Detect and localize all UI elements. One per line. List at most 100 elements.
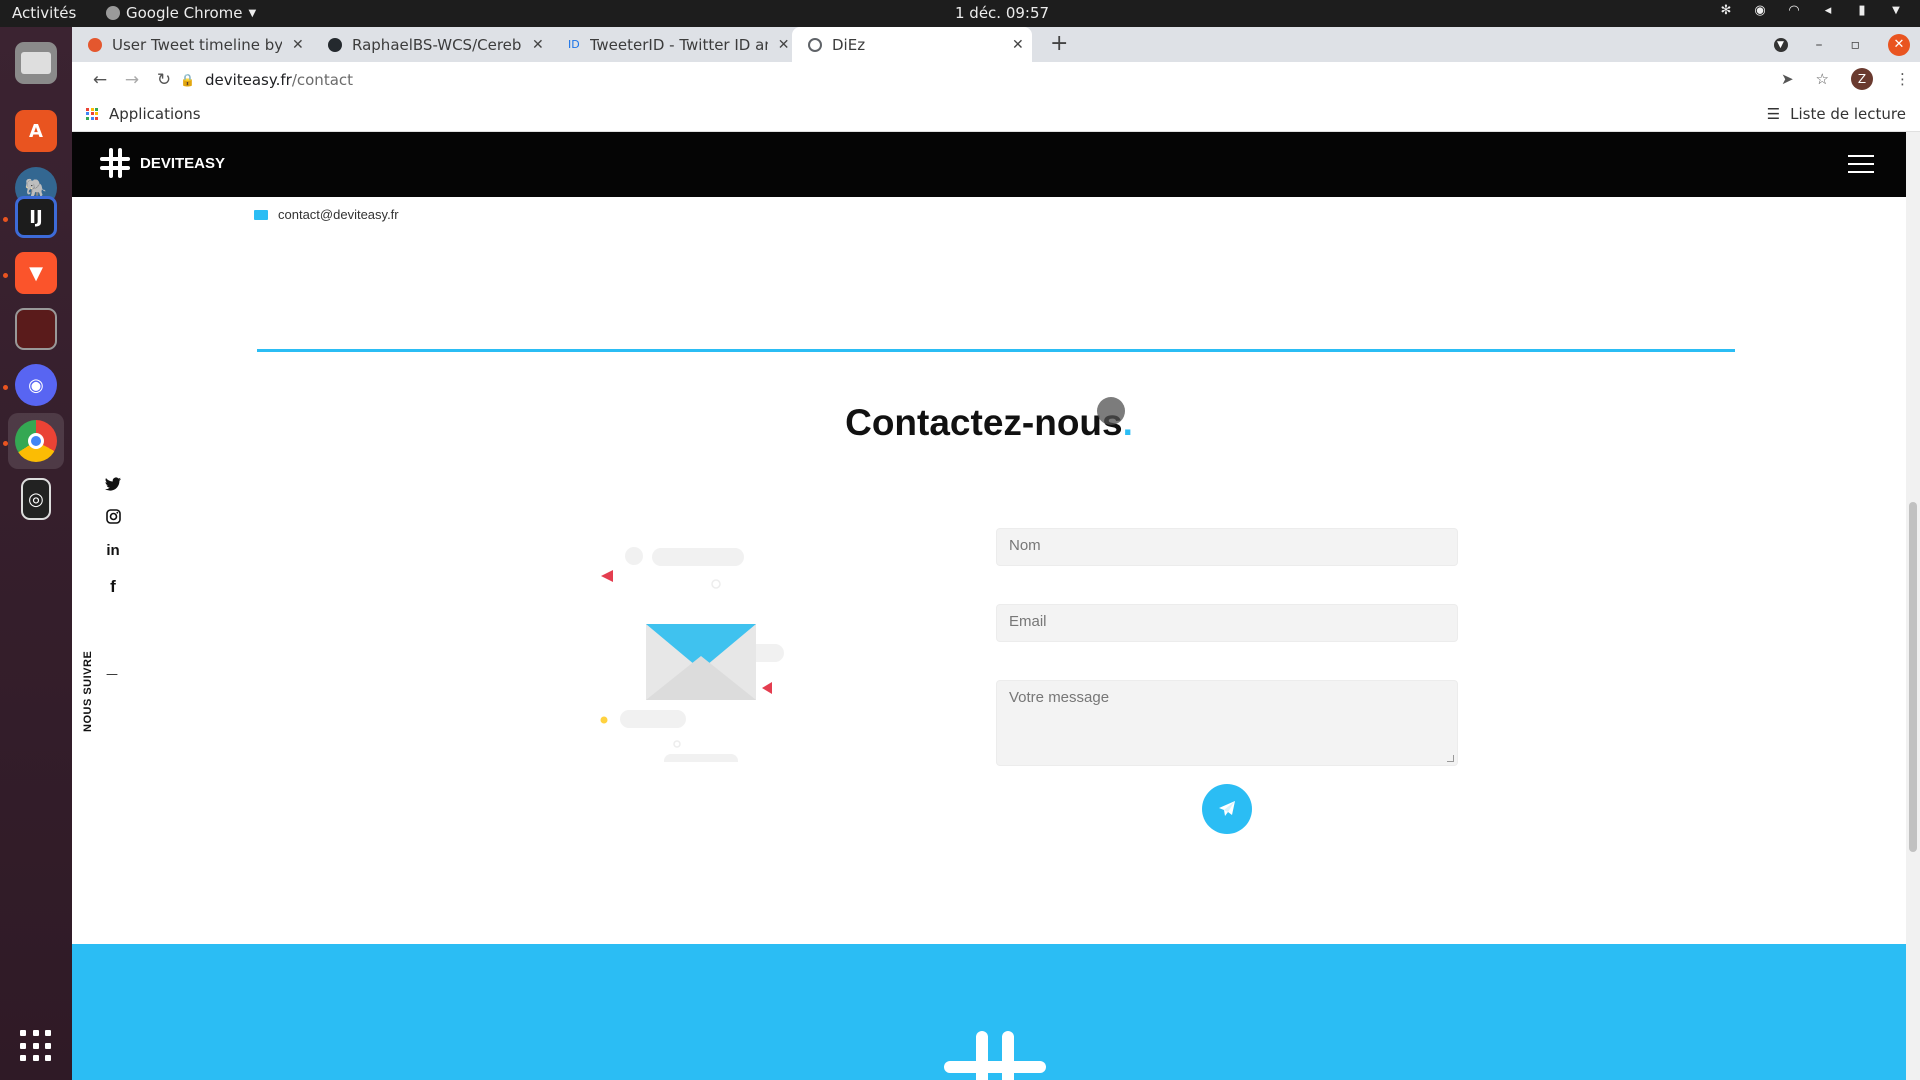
email-field[interactable]: Email: [996, 604, 1458, 642]
software-store-icon: A: [15, 110, 57, 152]
dock-terminal-app[interactable]: [8, 301, 64, 357]
bookmark-star-icon[interactable]: ☆: [1816, 70, 1829, 88]
terminal-app-icon: [15, 308, 57, 350]
intellij-icon: IJ: [15, 196, 57, 238]
site-footer: [72, 944, 1906, 1080]
tab-favicon: [88, 37, 102, 52]
name-field[interactable]: Nom: [996, 528, 1458, 566]
close-tab-icon[interactable]: ✕: [778, 37, 790, 53]
scrollbar-thumb[interactable]: [1909, 502, 1917, 852]
section-divider: [257, 349, 1735, 352]
discord-icon: ◉: [15, 364, 57, 406]
contact-form: Nom Email Votre message: [996, 528, 1458, 790]
slack-tray-icon[interactable]: ✻: [1718, 3, 1734, 19]
tab-diez[interactable]: DiEz ✕: [792, 27, 1032, 62]
apps-grid-icon: [86, 107, 99, 121]
envelope-icon: [254, 209, 268, 220]
page-title: Contactez-nous.: [72, 402, 1906, 444]
dock-files[interactable]: [8, 35, 64, 91]
site-header: DEVITEASY: [72, 132, 1906, 197]
bookmarks-bar: Applications ☰ Liste de lecture: [72, 98, 1920, 132]
volume-icon[interactable]: ◂: [1820, 3, 1836, 19]
hamburger-menu-icon[interactable]: [1848, 155, 1874, 173]
send-to-devices-icon[interactable]: ➤: [1781, 70, 1794, 88]
app-menu[interactable]: Google Chrome ▼: [106, 4, 256, 22]
caret-down-icon: ▼: [248, 7, 257, 19]
forward-icon[interactable]: →: [116, 70, 148, 90]
facebook-icon[interactable]: f: [110, 577, 116, 597]
minimize-button[interactable]: –: [1816, 37, 1823, 53]
resize-grip-icon[interactable]: [1447, 755, 1454, 762]
profile-avatar[interactable]: Z: [1851, 68, 1873, 90]
site-logo[interactable]: DEVITEASY: [98, 146, 225, 180]
dock-chrome[interactable]: [8, 413, 64, 469]
globe-favicon-icon: [808, 37, 822, 52]
reading-list-icon: ☰: [1766, 105, 1781, 123]
dock-intellij[interactable]: IJ: [8, 189, 64, 245]
maximize-button[interactable]: ▫: [1851, 37, 1861, 53]
window-controls: ▼ – ▫ ✕: [1773, 34, 1910, 56]
close-tab-icon[interactable]: ✕: [1012, 37, 1024, 53]
clock[interactable]: 1 déc. 09:57: [955, 4, 1049, 22]
contact-email[interactable]: contact@deviteasy.fr: [254, 207, 399, 222]
contact-email-text: contact@deviteasy.fr: [278, 207, 399, 222]
github-favicon-icon: [328, 37, 342, 52]
tab-title: RaphaelBS-WCS/Cerebook: [352, 35, 522, 54]
tab-strip: User Tweet timeline by ID ✕ RaphaelBS-WC…: [72, 27, 1920, 62]
close-window-button[interactable]: ✕: [1888, 34, 1910, 56]
message-placeholder: Votre message: [1009, 689, 1110, 706]
follow-label: NOUS SUIVRE: [82, 650, 94, 732]
reading-list-label: Liste de lecture: [1790, 105, 1906, 123]
new-tab-button[interactable]: +: [1050, 31, 1068, 56]
lock-icon[interactable]: 🔒: [180, 73, 195, 87]
footer-logo-icon: [944, 1031, 1046, 1080]
close-tab-icon[interactable]: ✕: [532, 37, 544, 53]
discord-tray-icon[interactable]: ◉: [1752, 3, 1768, 19]
more-menu-icon[interactable]: ⋮: [1895, 70, 1910, 88]
tab-title: DiEz: [832, 35, 866, 54]
dock-media-player[interactable]: ◎: [8, 471, 64, 527]
toolbar-actions: ➤ ☆ Z ⋮: [1781, 68, 1910, 90]
browser-toolbar: ← → ↻ 🔒 deviteasy.fr/contact ➤ ☆ Z ⋮: [72, 62, 1920, 98]
dock: A 🐘 IJ ▼ ◉ ◎: [0, 27, 72, 1080]
system-menu-caret-icon[interactable]: ▼: [1888, 3, 1904, 19]
address-bar[interactable]: 🔒 deviteasy.fr/contact: [180, 66, 353, 94]
send-button[interactable]: [1202, 784, 1252, 834]
page-scrollbar[interactable]: [1906, 132, 1920, 1080]
browser-window: User Tweet timeline by ID ✕ RaphaelBS-WC…: [72, 27, 1920, 1080]
tab-tweeterid[interactable]: ID TweeterID - Twitter ID and ✕: [552, 27, 790, 62]
message-field[interactable]: Votre message: [996, 680, 1458, 766]
brave-lion-icon: ▼: [15, 252, 57, 294]
bookmark-applications[interactable]: Applications: [86, 105, 201, 123]
instagram-icon[interactable]: [105, 509, 121, 524]
show-applications-icon[interactable]: [20, 1030, 52, 1062]
tweeterid-favicon-icon: ID: [568, 38, 580, 51]
reading-list-button[interactable]: ☰ Liste de lecture: [1767, 105, 1906, 123]
page-viewport: DEVITEASY contact@deviteasy.fr Contactez…: [72, 132, 1906, 1080]
chrome-small-icon: [106, 6, 120, 20]
activities-button[interactable]: Activités: [12, 4, 76, 22]
tab-user-tweet-timeline[interactable]: User Tweet timeline by ID ✕: [72, 27, 312, 62]
back-icon[interactable]: ←: [84, 70, 116, 90]
wifi-icon[interactable]: ◠: [1786, 3, 1802, 19]
tab-search-icon[interactable]: ▼: [1773, 38, 1788, 52]
paper-plane-icon: [1219, 801, 1235, 816]
url-host: deviteasy.fr: [204, 71, 292, 89]
envelope-illustration: [600, 547, 784, 762]
dock-brave[interactable]: ▼: [8, 245, 64, 301]
brand-name: DEVITEASY: [140, 154, 226, 172]
tab-cerebook[interactable]: RaphaelBS-WCS/Cerebook ✕: [312, 27, 552, 62]
mouse-cursor: [1097, 397, 1125, 425]
twitter-icon[interactable]: [105, 477, 121, 491]
dock-discord[interactable]: ◉: [8, 357, 64, 413]
tab-title: TweeterID - Twitter ID and: [589, 35, 768, 54]
battery-icon[interactable]: ▮: [1854, 3, 1870, 19]
linkedin-icon[interactable]: in: [106, 542, 119, 559]
bookmark-applications-label: Applications: [109, 105, 201, 123]
close-tab-icon[interactable]: ✕: [292, 37, 304, 53]
system-top-bar: Activités Google Chrome ▼ 1 déc. 09:57 ✻…: [0, 0, 1920, 27]
system-tray[interactable]: ✻ ◉ ◠ ◂ ▮ ▼: [1718, 3, 1904, 19]
reload-icon[interactable]: ↻: [148, 70, 180, 90]
dock-software[interactable]: A: [8, 103, 64, 159]
social-links: in f: [100, 477, 126, 597]
